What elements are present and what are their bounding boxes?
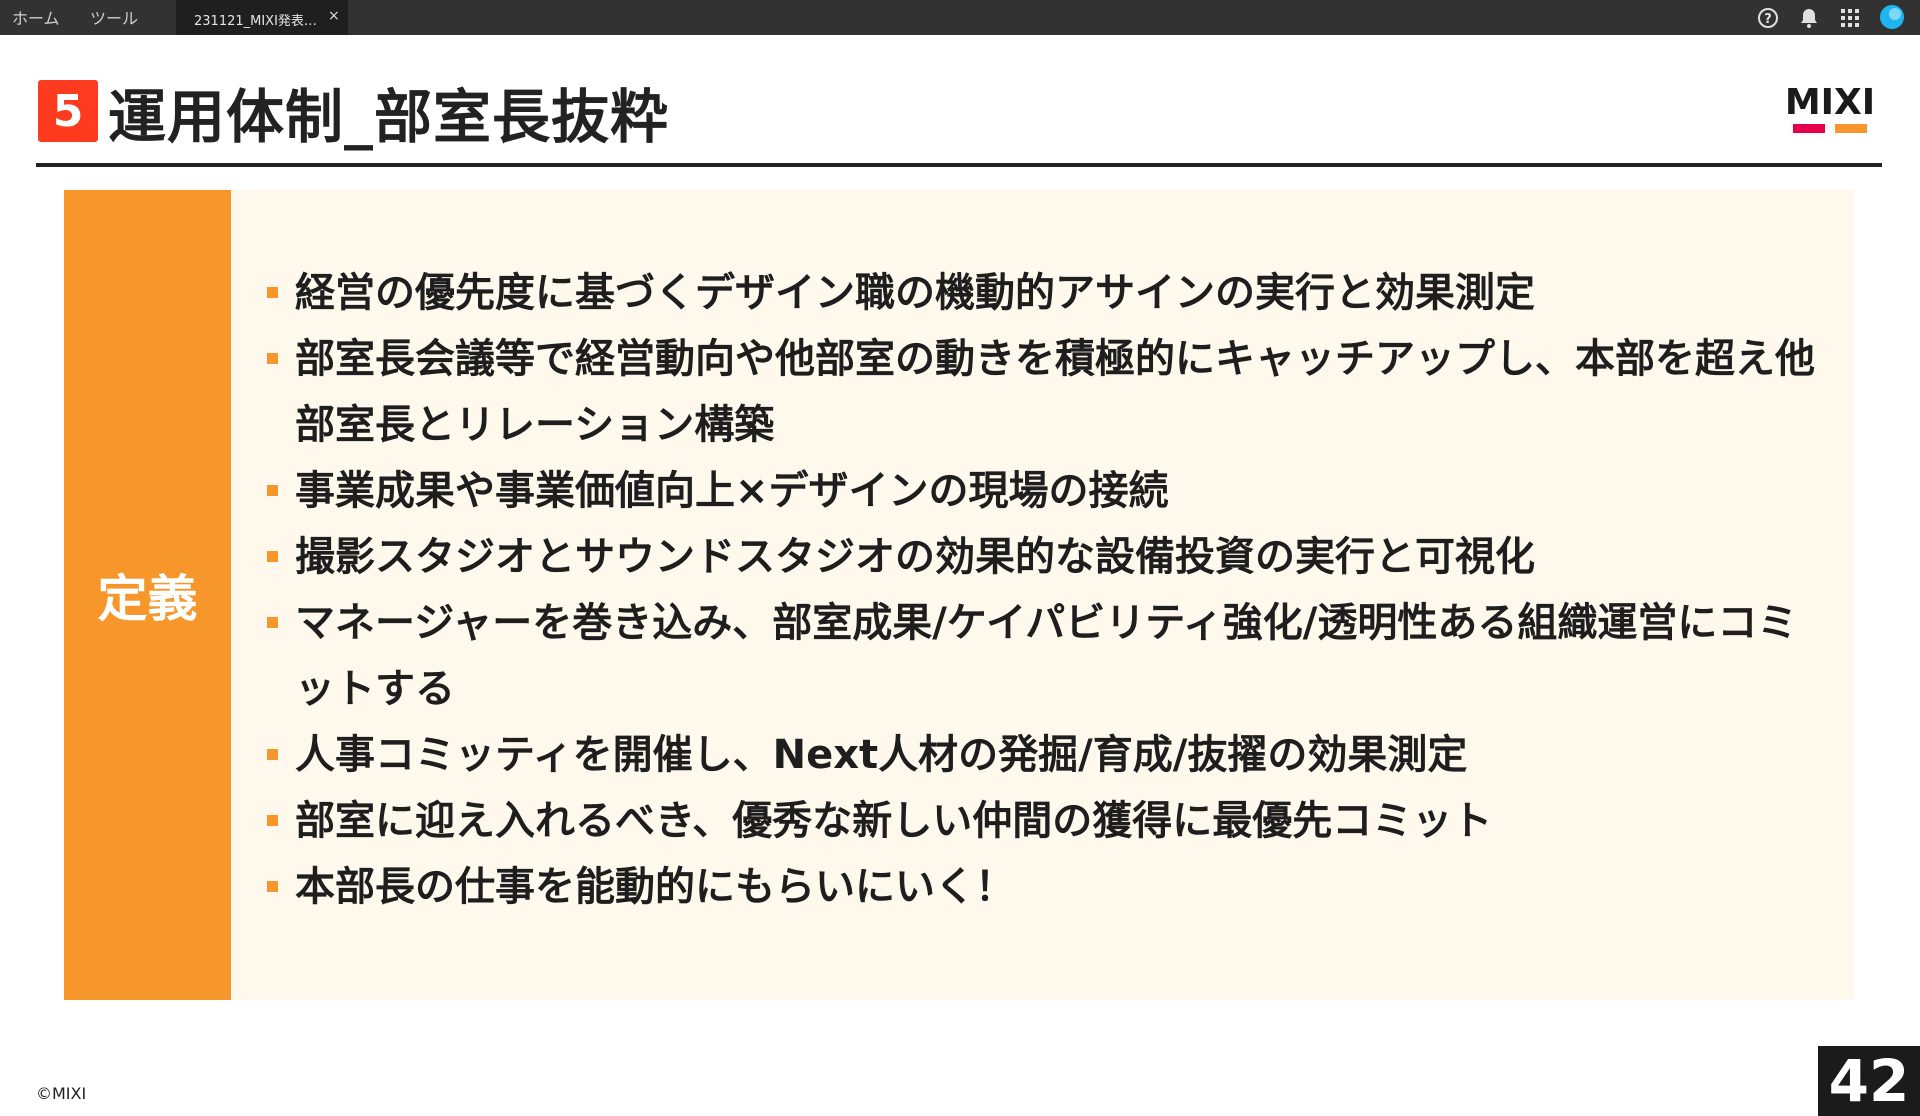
mixi-logo: MIXI bbox=[1785, 82, 1875, 133]
list-item: 撮影スタジオとサウンドスタジオの効果的な設備投資の実行と可視化 bbox=[264, 524, 1824, 590]
page-title: 運用体制_部室長抜粋 bbox=[108, 83, 670, 151]
list-item: 人事コミッティを開催し、Next人材の発掘/育成/抜擢の効果測定 bbox=[264, 722, 1824, 788]
bullet-square-icon bbox=[267, 617, 278, 628]
bullet-text: マネージャーを巻き込み、部室成果/ケイパビリティ強化/透明性ある組織運営にコミッ… bbox=[295, 600, 1798, 712]
close-icon[interactable]: × bbox=[328, 8, 340, 24]
title-divider bbox=[36, 163, 1882, 167]
bullet-square-icon bbox=[267, 353, 278, 364]
bell-icon[interactable] bbox=[1797, 6, 1821, 30]
apps-grid-icon[interactable] bbox=[1838, 6, 1862, 30]
bullet-square-icon bbox=[267, 485, 278, 496]
help-icon[interactable]: ? bbox=[1756, 6, 1780, 30]
list-item: マネージャーを巻き込み、部室成果/ケイパビリティ強化/透明性ある組織運営にコミッ… bbox=[264, 590, 1824, 722]
definition-list: 経営の優先度に基づくデザイン職の機動的アサインの実行と効果測定 部室長会議等で経… bbox=[264, 260, 1824, 920]
bullet-text: 人事コミッティを開催し、Next人材の発掘/育成/抜擢の効果測定 bbox=[295, 732, 1468, 778]
bullet-square-icon bbox=[267, 881, 278, 892]
bullet-text: 部室長会議等で経営動向や他部室の動きを積極的にキャッチアップし、本部を超え他部室… bbox=[295, 336, 1815, 448]
list-item: 事業成果や事業価値向上×デザインの現場の接続 bbox=[264, 458, 1824, 524]
section-number-badge: 5 bbox=[38, 80, 98, 142]
definition-panel: 定義 経営の優先度に基づくデザイン職の機動的アサインの実行と効果測定 部室長会議… bbox=[64, 190, 1854, 1000]
definition-label: 定義 bbox=[97, 570, 198, 628]
list-item: 部室に迎え入れるべき、優秀な新しい仲間の獲得に最優先コミット bbox=[264, 788, 1824, 854]
definition-label-column: 定義 bbox=[64, 190, 231, 1000]
page-number: 42 bbox=[1818, 1046, 1920, 1116]
nav-tools[interactable]: ツール bbox=[90, 5, 138, 29]
list-item: 部室長会議等で経営動向や他部室の動きを積極的にキャッチアップし、本部を超え他部室… bbox=[264, 326, 1824, 458]
list-item: 本部長の仕事を能動的にもらいにいく！ bbox=[264, 854, 1824, 920]
bullet-text: 撮影スタジオとサウンドスタジオの効果的な設備投資の実行と可視化 bbox=[295, 534, 1535, 580]
copyright: ©MIXI bbox=[36, 1084, 87, 1103]
bullet-text: 事業成果や事業価値向上×デザインの現場の接続 bbox=[295, 468, 1169, 514]
bullet-text: 部室に迎え入れるべき、優秀な新しい仲間の獲得に最優先コミット bbox=[295, 798, 1493, 844]
svg-text:MIXI: MIXI bbox=[1785, 82, 1875, 123]
bullet-text: 本部長の仕事を能動的にもらいにいく！ bbox=[295, 864, 1015, 910]
nav-home[interactable]: ホーム bbox=[12, 5, 60, 29]
bullet-square-icon bbox=[267, 551, 278, 562]
bullet-text: 経営の優先度に基づくデザイン職の機動的アサインの実行と効果測定 bbox=[295, 270, 1535, 316]
bullet-square-icon bbox=[267, 749, 278, 760]
bullet-square-icon bbox=[267, 815, 278, 826]
tab-label: 231121_MIXI発表… bbox=[194, 14, 317, 29]
section-number: 5 bbox=[52, 85, 84, 137]
bullet-square-icon bbox=[267, 287, 278, 298]
avatar[interactable] bbox=[1879, 4, 1905, 30]
list-item: 経営の優先度に基づくデザイン職の機動的アサインの実行と効果測定 bbox=[264, 260, 1824, 326]
app-top-bar: ホーム ツール 231121_MIXI発表… × ? bbox=[0, 0, 1920, 35]
document-tab[interactable]: 231121_MIXI発表… × bbox=[176, 0, 348, 35]
svg-text:?: ? bbox=[1764, 12, 1772, 27]
